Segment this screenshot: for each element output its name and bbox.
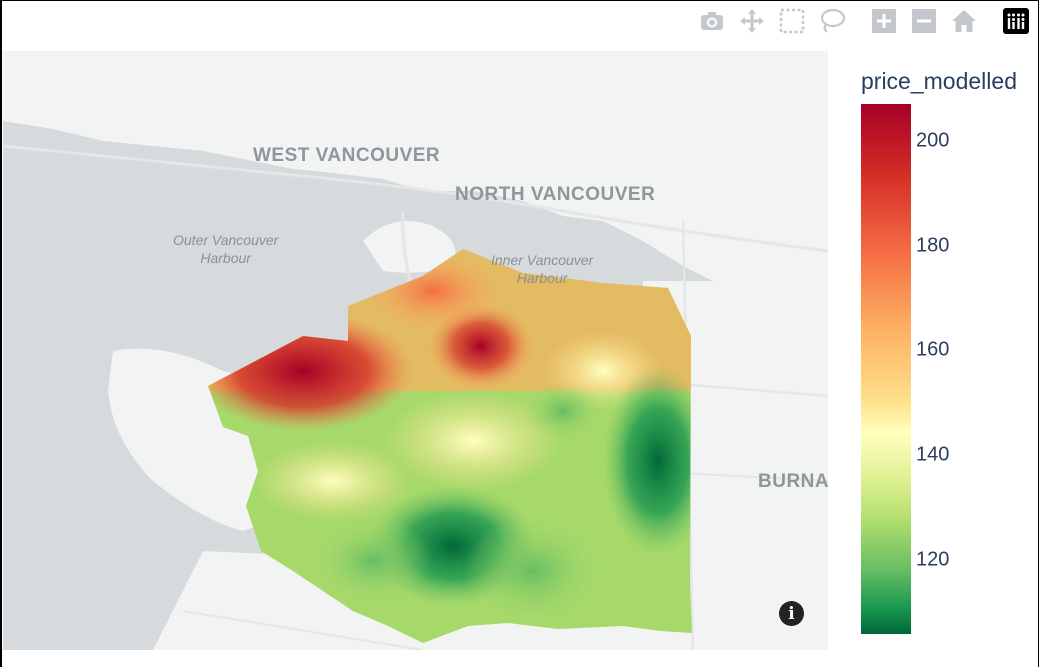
zoom-out-icon[interactable]: [909, 6, 939, 36]
reset-home-icon[interactable]: [949, 6, 979, 36]
colorbar-tick: 180: [916, 234, 950, 257]
colorbar-tick: 200: [916, 129, 950, 152]
colorbar-title: price_modelled: [861, 68, 1017, 94]
water-label-inner-harbour: Inner Vancouver Harbour: [491, 252, 594, 286]
place-label-burnaby: BURNA: [758, 471, 828, 492]
place-label-north-vancouver: NORTH VANCOUVER: [455, 184, 656, 205]
camera-icon[interactable]: [697, 6, 727, 36]
colorbar-tick: 160: [916, 338, 950, 361]
basemap: [3, 51, 828, 650]
pan-icon[interactable]: [737, 6, 767, 36]
water-label-outer-harbour: Outer Vancouver Harbour: [173, 232, 279, 266]
colorbar-tick: 120: [916, 548, 950, 571]
modebar: [687, 6, 1031, 36]
box-select-icon[interactable]: [777, 6, 807, 36]
map-area[interactable]: WEST VANCOUVER NORTH VANCOUVER BURNA Out…: [3, 51, 828, 650]
place-label-west-vancouver: WEST VANCOUVER: [253, 145, 441, 166]
zoom-in-icon[interactable]: [869, 6, 899, 36]
colorbar-tick: 140: [916, 443, 950, 466]
colorbar: [861, 104, 911, 634]
plotly-logo-icon[interactable]: [1001, 6, 1031, 36]
lasso-select-icon[interactable]: [817, 6, 847, 36]
info-icon[interactable]: i: [779, 601, 804, 626]
